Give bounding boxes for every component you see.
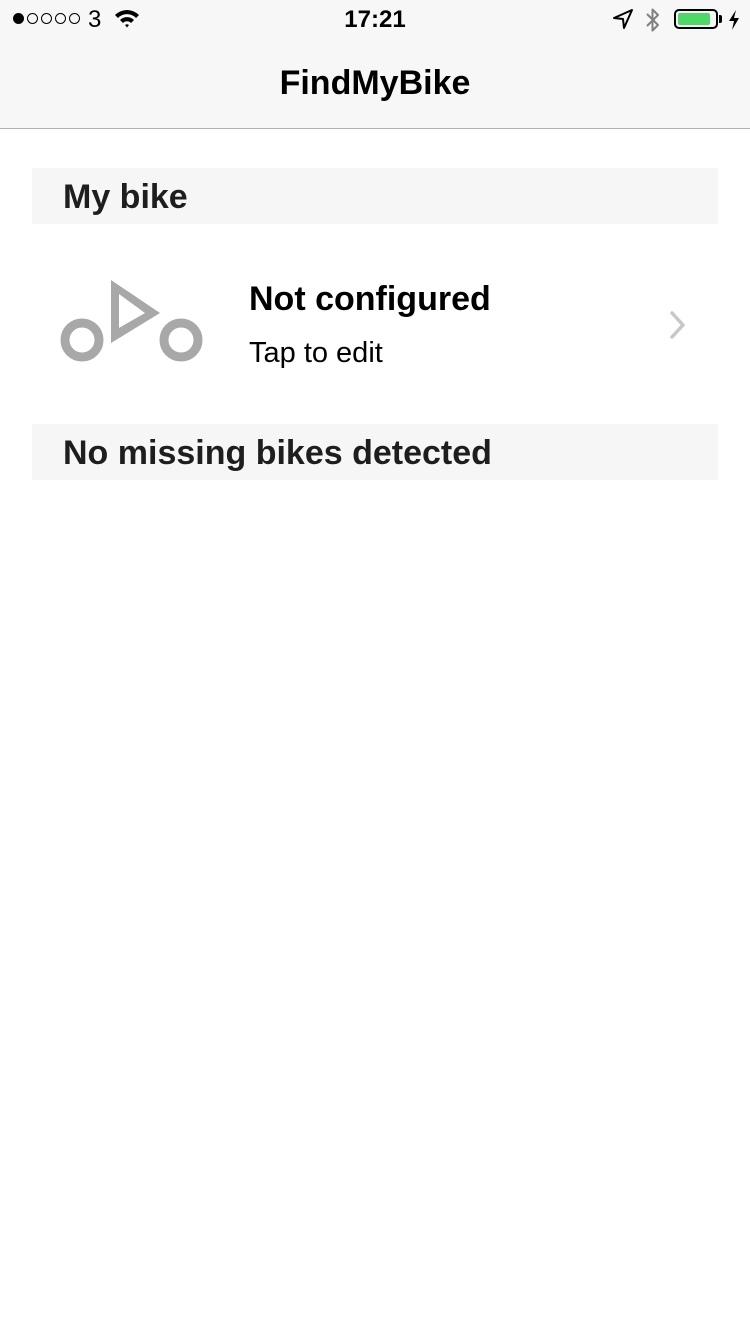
status-bar: 3 17:21 xyxy=(0,0,750,40)
section-header-label: No missing bikes detected xyxy=(63,434,492,472)
battery-tip xyxy=(719,15,722,23)
navigation-bar: FindMyBike xyxy=(0,40,750,129)
battery-level xyxy=(678,13,711,25)
bike-title: Not configured xyxy=(249,280,491,318)
bike-row[interactable]: Not configured Tap to edit xyxy=(32,224,718,424)
battery-icon xyxy=(674,9,718,29)
charging-bolt-icon xyxy=(727,9,741,36)
status-time: 17:21 xyxy=(344,6,406,33)
bike-subtitle: Tap to edit xyxy=(249,337,383,369)
bike-icon xyxy=(60,280,206,371)
page-title: FindMyBike xyxy=(279,64,471,102)
location-arrow-icon xyxy=(612,8,634,35)
section-header-label: My bike xyxy=(63,178,188,216)
section-header-my-bike: My bike xyxy=(32,168,718,224)
bluetooth-icon xyxy=(643,7,663,38)
chevron-right-icon xyxy=(668,310,688,345)
section-header-missing-bikes: No missing bikes detected xyxy=(32,424,718,480)
